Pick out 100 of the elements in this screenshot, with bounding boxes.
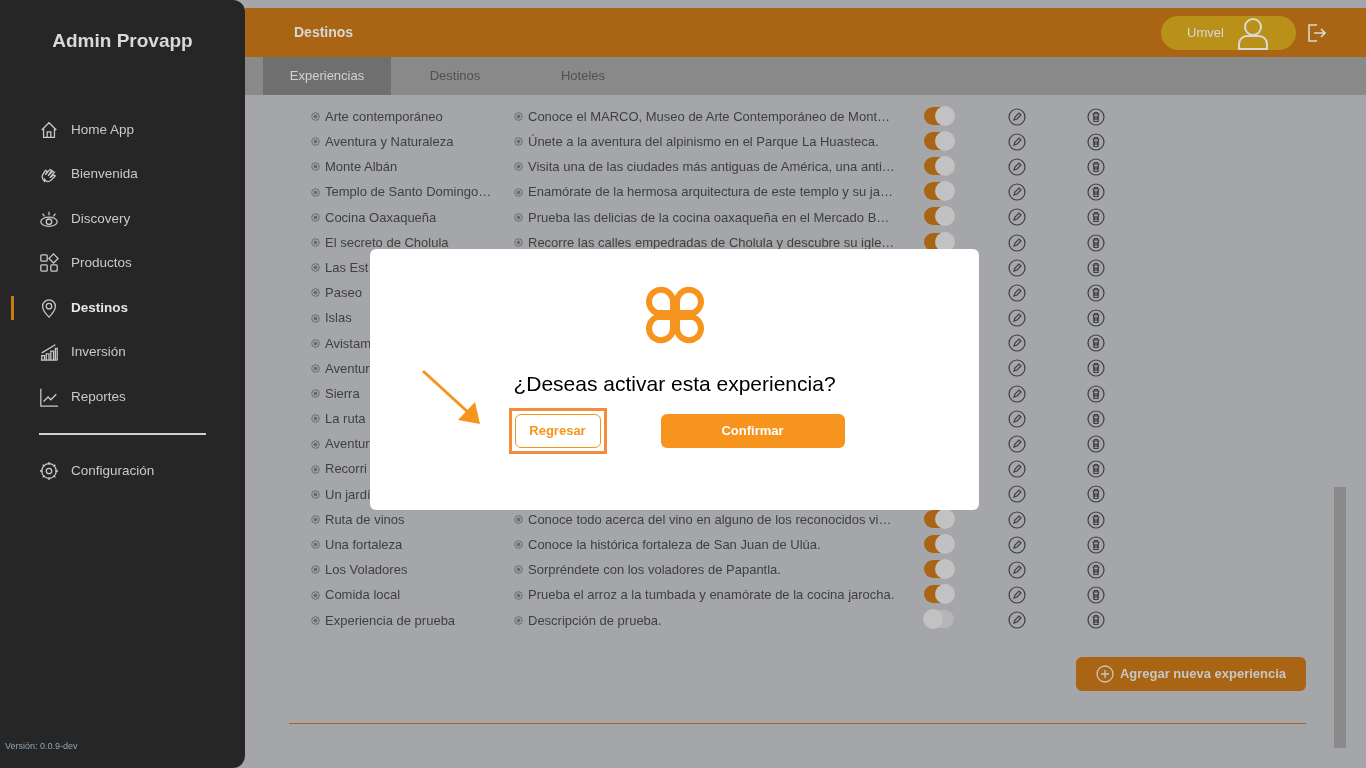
experience-name: Paseo [325, 284, 362, 303]
trash-icon[interactable] [1087, 334, 1105, 353]
toggle-switch[interactable] [924, 232, 954, 251]
trash-icon[interactable] [1087, 409, 1105, 428]
edit-icon[interactable] [1008, 535, 1026, 554]
bullet-icon [311, 212, 320, 222]
bullet-icon [311, 238, 320, 248]
trash-icon[interactable] [1087, 107, 1105, 126]
edit-icon[interactable] [1008, 560, 1026, 579]
nav-item[interactable]: Reportes [0, 374, 245, 419]
trash-icon[interactable] [1087, 157, 1105, 176]
nav-item[interactable]: Inversión [0, 330, 245, 375]
trash-icon[interactable] [1087, 283, 1105, 302]
experience-description: Conoce el MARCO, Museo de Arte Contemporáneo de Mont… [528, 107, 890, 126]
trash-icon[interactable] [1087, 132, 1105, 151]
grid-icon [39, 253, 59, 274]
edit-icon[interactable] [1008, 132, 1026, 151]
nav-item[interactable]: Configuración [0, 449, 245, 494]
edit-icon[interactable] [1008, 384, 1026, 403]
bullet-icon [514, 212, 523, 222]
trash-icon[interactable] [1087, 535, 1105, 554]
toggle-switch[interactable] [924, 131, 954, 150]
trash-icon[interactable] [1087, 435, 1105, 454]
bullet-icon [311, 590, 320, 600]
edit-icon[interactable] [1008, 233, 1026, 252]
experience-name: Las Est [325, 258, 369, 277]
edit-icon[interactable] [1008, 157, 1026, 176]
bullet-icon [311, 615, 320, 625]
nav-item[interactable]: Home App [0, 107, 245, 152]
edit-icon[interactable] [1008, 107, 1026, 126]
experience-description: Prueba las delicias de la cocina oaxaqueña en el Mercado B… [528, 208, 890, 227]
dialog-question: ¿Deseas activar esta experiencia? [513, 371, 836, 397]
nav-item[interactable]: Bienvenida [0, 152, 245, 197]
edit-icon[interactable] [1008, 208, 1026, 227]
toggle-switch[interactable] [924, 610, 954, 629]
trash-icon[interactable] [1087, 309, 1105, 328]
experience-name: Avistam [325, 334, 371, 353]
edit-icon[interactable] [1008, 510, 1026, 529]
trash-icon[interactable] [1087, 485, 1105, 504]
edit-icon[interactable] [1008, 283, 1026, 302]
edit-icon[interactable] [1008, 611, 1026, 630]
trash-icon[interactable] [1087, 560, 1105, 579]
edit-icon[interactable] [1008, 359, 1026, 378]
edit-icon[interactable] [1008, 183, 1026, 202]
experience-name: Islas [325, 309, 352, 328]
edit-icon[interactable] [1008, 309, 1026, 328]
bullet-icon [514, 515, 523, 525]
experience-name: Experiencia de prueba [325, 611, 456, 630]
toggle-switch[interactable] [924, 559, 954, 578]
toggle-switch[interactable] [924, 207, 954, 226]
arrow-annotation [420, 368, 482, 426]
trash-icon[interactable] [1087, 233, 1105, 252]
bullet-icon [514, 590, 523, 600]
toggle-switch[interactable] [924, 156, 954, 175]
trash-icon[interactable] [1087, 208, 1105, 227]
bullet-icon [514, 565, 523, 575]
bullet-icon [311, 288, 320, 298]
trash-icon[interactable] [1087, 460, 1105, 479]
experience-description: Visita una de las ciudades más antiguas de América, una anti… [528, 158, 895, 177]
nav-item[interactable]: Productos [0, 241, 245, 286]
experience-name: Aventur [325, 359, 370, 378]
experience-name: Los Voladores [325, 561, 408, 580]
gear-icon [39, 461, 59, 482]
chart-icon [39, 386, 59, 407]
experience-name: Comida local [325, 586, 401, 605]
trash-icon[interactable] [1087, 510, 1105, 529]
bullet-icon [311, 363, 320, 373]
toggle-switch[interactable] [924, 182, 954, 201]
trash-icon[interactable] [1087, 384, 1105, 403]
edit-icon[interactable] [1008, 435, 1026, 454]
experience-name: La ruta [325, 410, 366, 429]
toggle-switch[interactable] [924, 106, 954, 125]
bullet-icon [311, 540, 320, 550]
experience-name: Aventura y Naturaleza [325, 133, 454, 152]
logout-icon[interactable] [1306, 22, 1326, 43]
bullet-icon [514, 187, 523, 197]
experience-description: Sorpréndete con los voladores de Papantla. [528, 561, 781, 580]
experience-description: Conoce la histórica fortaleza de San Juan de Ulúa. [528, 536, 821, 555]
edit-icon[interactable] [1008, 485, 1026, 504]
edit-icon[interactable] [1008, 258, 1026, 277]
trash-icon[interactable] [1087, 586, 1105, 605]
edit-icon[interactable] [1008, 586, 1026, 605]
user-icon [1235, 15, 1270, 50]
toggle-switch[interactable] [924, 585, 954, 604]
trash-icon[interactable] [1087, 183, 1105, 202]
edit-icon[interactable] [1008, 334, 1026, 353]
nav-item[interactable]: Discovery [0, 196, 245, 241]
toggle-switch[interactable] [924, 534, 954, 553]
bullet-icon [311, 489, 320, 499]
experience-name: Templo de Santo Domingo… [325, 183, 492, 202]
bullet-icon [311, 162, 320, 172]
edit-icon[interactable] [1008, 460, 1026, 479]
trash-icon[interactable] [1087, 359, 1105, 378]
trash-icon[interactable] [1087, 258, 1105, 277]
trash-icon[interactable] [1087, 611, 1105, 630]
bullet-icon [311, 439, 320, 449]
experience-name: Recorri [325, 460, 367, 479]
nav-item[interactable]: Destinos [0, 285, 245, 330]
bullet-icon [311, 313, 320, 323]
edit-icon[interactable] [1008, 409, 1026, 428]
